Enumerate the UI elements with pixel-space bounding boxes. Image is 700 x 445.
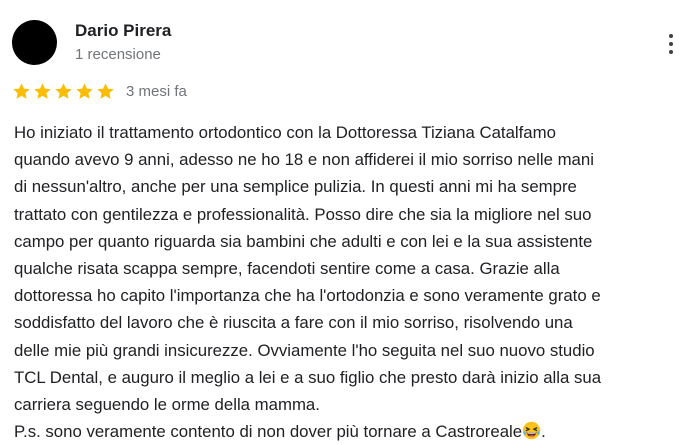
author-review-count: 1 recensione	[75, 46, 161, 63]
more-vert-icon-dot	[669, 42, 673, 46]
review-text-line: Ho iniziato il trattamento ortodontico c…	[14, 123, 556, 142]
review-text-last-line: P.s. sono veramente contento di non dove…	[14, 418, 694, 445]
more-vert-icon	[669, 34, 673, 38]
review-text-line: quando avevo 9 anni, adesso ne ho 18 e n…	[14, 150, 594, 170]
review-text-line: trattato con gentilezza e professionalit…	[14, 204, 592, 224]
star-icon	[97, 82, 114, 99]
author-name[interactable]: Dario Pirera	[75, 21, 171, 41]
star-icon	[34, 82, 51, 99]
review-date: 3 mesi fa	[126, 82, 187, 100]
review-text-ps: P.s. sono veramente contento di non dove…	[14, 422, 523, 442]
review-text: Ho iniziato il trattamento ortodontico c…	[14, 119, 694, 445]
grinning-squinting-face-emoji-icon	[522, 421, 541, 440]
review-text-line: delle mie più grandi insicurezze. Ovviam…	[14, 340, 595, 360]
star-icon	[55, 82, 72, 99]
review-text-line: di nessun'altro, anche per una semplice …	[14, 177, 577, 197]
star-icon	[13, 82, 30, 99]
review-text-line: carriera seguendo le orme della mamma.	[14, 395, 320, 415]
review-text-line: campo per quanto riguarda sia bambini ch…	[14, 231, 593, 251]
review-text-line: qualche risata scappa sempre, facendoti …	[14, 259, 560, 279]
more-options-button[interactable]	[660, 30, 682, 58]
star-rating	[12, 82, 115, 101]
rating-row: 3 mesi fa	[12, 81, 187, 101]
review-text-line: dottoressa ho capito l'importanza che ha…	[14, 286, 601, 306]
review-text-line: soddisfatto del lavoro che è riuscita a …	[14, 313, 573, 333]
avatar[interactable]	[12, 20, 57, 65]
star-icon	[76, 82, 93, 99]
review-card: Dario Pirera 1 recensione 3 mesi fa Ho i…	[0, 0, 700, 443]
review-text-period: .	[541, 422, 546, 442]
more-vert-icon-dot	[669, 50, 673, 54]
review-text-line: TCL Dental, e auguro il meglio a lei e a…	[14, 367, 602, 387]
